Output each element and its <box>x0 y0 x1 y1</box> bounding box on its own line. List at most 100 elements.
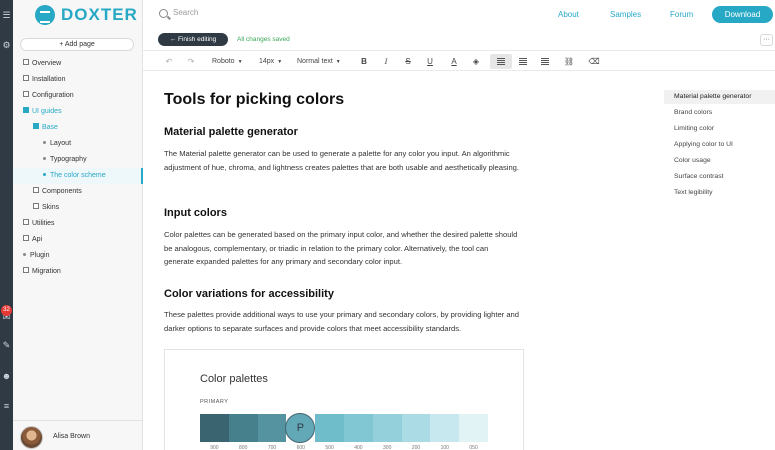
expand-toggle-icon[interactable] <box>33 203 39 210</box>
swatch-label: 900 <box>210 445 219 450</box>
toc-item[interactable]: Surface contrast <box>664 170 775 184</box>
add-page-button[interactable]: + Add page <box>20 38 134 51</box>
chevron-down-icon: ▼ <box>335 59 341 65</box>
align-right-icon <box>541 58 549 66</box>
sidebar: DOXTER + Add page Overview Installation Co… <box>13 0 143 450</box>
sidebar-item[interactable]: Utilities <box>13 216 143 232</box>
expand-toggle-icon[interactable] <box>23 219 29 226</box>
sidebar-item-label: Layout <box>50 140 72 147</box>
sidebar-item-label: Plugin <box>30 252 50 259</box>
sidebar-item[interactable]: Layout <box>13 136 143 152</box>
top-header: About Samples Forum Download <box>143 0 775 30</box>
align-left-button[interactable] <box>490 54 512 69</box>
users-icon[interactable]: ☻ <box>0 371 13 381</box>
color-swatch[interactable] <box>372 414 402 442</box>
swatch-label: 300 <box>383 445 392 450</box>
color-swatch[interactable] <box>315 414 344 442</box>
finish-editing-button[interactable]: ← Finish editing <box>158 33 228 46</box>
color-swatch[interactable] <box>257 414 287 442</box>
avatar[interactable] <box>20 426 43 449</box>
more-options-button[interactable]: ··· <box>760 34 773 46</box>
fill-color-icon[interactable]: ◈ <box>468 54 484 69</box>
sidebar-item[interactable]: The color scheme <box>13 168 143 184</box>
align-center-button[interactable] <box>515 54 531 69</box>
font-family-value: Roboto <box>212 58 235 65</box>
swatch-label: 200 <box>411 445 421 450</box>
toc-item[interactable]: Limiting color <box>664 122 775 136</box>
underline-button[interactable]: U <box>422 54 438 69</box>
text-color-button[interactable]: A <box>446 54 462 69</box>
redo-icon[interactable]: ↷ <box>183 54 199 69</box>
app-rail: ☰ ⚙ ✉ 32 ✎ ☻ ≡ <box>0 0 13 450</box>
expand-toggle-icon[interactable] <box>23 107 29 114</box>
section-paragraph: These palettes provide additional ways t… <box>164 310 519 333</box>
eraser-icon[interactable]: ⌫ <box>586 54 602 69</box>
expand-toggle-icon[interactable] <box>23 59 29 66</box>
edit-icon[interactable]: ✎ <box>0 340 13 350</box>
settings-icon[interactable]: ⚙ <box>0 40 13 50</box>
align-right-button[interactable] <box>537 54 553 69</box>
italic-button[interactable]: I <box>378 54 394 69</box>
expand-toggle-icon[interactable] <box>33 187 39 194</box>
sidebar-item[interactable]: Installation <box>13 72 143 88</box>
sidebar-item[interactable]: UI guides <box>13 104 143 120</box>
sidebar-item-label: Skins <box>42 204 60 211</box>
link-icon[interactable]: ⛓ <box>561 54 577 69</box>
toc-item[interactable]: Text legibility <box>664 186 775 200</box>
toc-item[interactable]: Color usage <box>664 154 775 168</box>
font-family-select[interactable]: Roboto ▼ <box>212 54 243 69</box>
nav-link-about[interactable]: About <box>558 10 579 19</box>
nav-link-samples[interactable]: Samples <box>610 10 641 19</box>
bullet-icon <box>23 252 26 256</box>
bold-button[interactable]: B <box>356 54 372 69</box>
sidebar-item[interactable]: Configuration <box>13 88 143 104</box>
expand-toggle-icon[interactable] <box>23 267 29 274</box>
align-left-icon <box>497 58 505 66</box>
swatch-label: 500 <box>325 445 334 450</box>
font-size-value: 14px <box>259 58 275 65</box>
palette-swatches: 900 800 700 P 600 500 400 300 200 100 050 <box>200 413 488 450</box>
logo[interactable]: DOXTER <box>35 4 138 26</box>
section-heading: Color variations for accessibility <box>164 288 334 300</box>
sidebar-item-label: Utilities <box>32 220 55 227</box>
undo-icon[interactable]: ↶ <box>161 54 177 69</box>
strikethrough-button[interactable]: S <box>400 54 416 69</box>
expand-toggle-icon[interactable] <box>33 123 39 130</box>
sliders-icon[interactable]: ≡ <box>0 401 13 411</box>
color-swatch[interactable] <box>344 414 373 442</box>
swatch-label: 050 <box>469 445 478 450</box>
sidebar-item[interactable]: Components <box>13 184 143 200</box>
sidebar-item[interactable]: Api <box>13 232 143 248</box>
user-profile[interactable]: Alisa Brown <box>13 420 143 450</box>
sidebar-item[interactable]: Skins <box>13 200 143 216</box>
search-input[interactable] <box>173 8 323 17</box>
palette-title: Color palettes <box>200 373 268 385</box>
nav-link-forum[interactable]: Forum <box>670 10 693 19</box>
font-size-select[interactable]: 14px ▼ <box>259 54 282 69</box>
block-format-select[interactable]: Normal text ▼ <box>297 54 341 69</box>
sidebar-item[interactable]: Overview <box>13 56 143 72</box>
bullet-icon <box>43 172 46 176</box>
page-title: Tools for picking colors <box>164 91 345 108</box>
sidebar-item[interactable]: Migration <box>13 264 143 280</box>
toc-item[interactable]: Material palette generator <box>664 90 775 104</box>
color-palette-card: Color palettes PRIMARY 900 800 700 P 600 500 4… <box>164 349 524 450</box>
sidebar-item[interactable]: Typography <box>13 152 143 168</box>
swatch-label: 700 <box>267 445 277 450</box>
color-swatch[interactable] <box>401 414 431 442</box>
color-swatch[interactable] <box>200 414 229 442</box>
menu-icon[interactable]: ☰ <box>0 10 13 20</box>
swatch-label: 400 <box>354 445 363 450</box>
expand-toggle-icon[interactable] <box>23 235 29 242</box>
download-button[interactable]: Download <box>712 6 773 23</box>
color-swatch[interactable] <box>459 414 488 442</box>
toc-item[interactable]: Brand colors <box>664 106 775 120</box>
sidebar-item[interactable]: Base <box>13 120 143 136</box>
expand-toggle-icon[interactable] <box>23 75 29 82</box>
sidebar-item[interactable]: Plugin <box>13 248 143 264</box>
expand-toggle-icon[interactable] <box>23 91 29 98</box>
save-status: All changes saved <box>237 36 290 43</box>
toc-item[interactable]: Applying color to UI <box>664 138 775 152</box>
color-swatch[interactable] <box>430 414 460 442</box>
color-swatch[interactable] <box>228 414 258 442</box>
